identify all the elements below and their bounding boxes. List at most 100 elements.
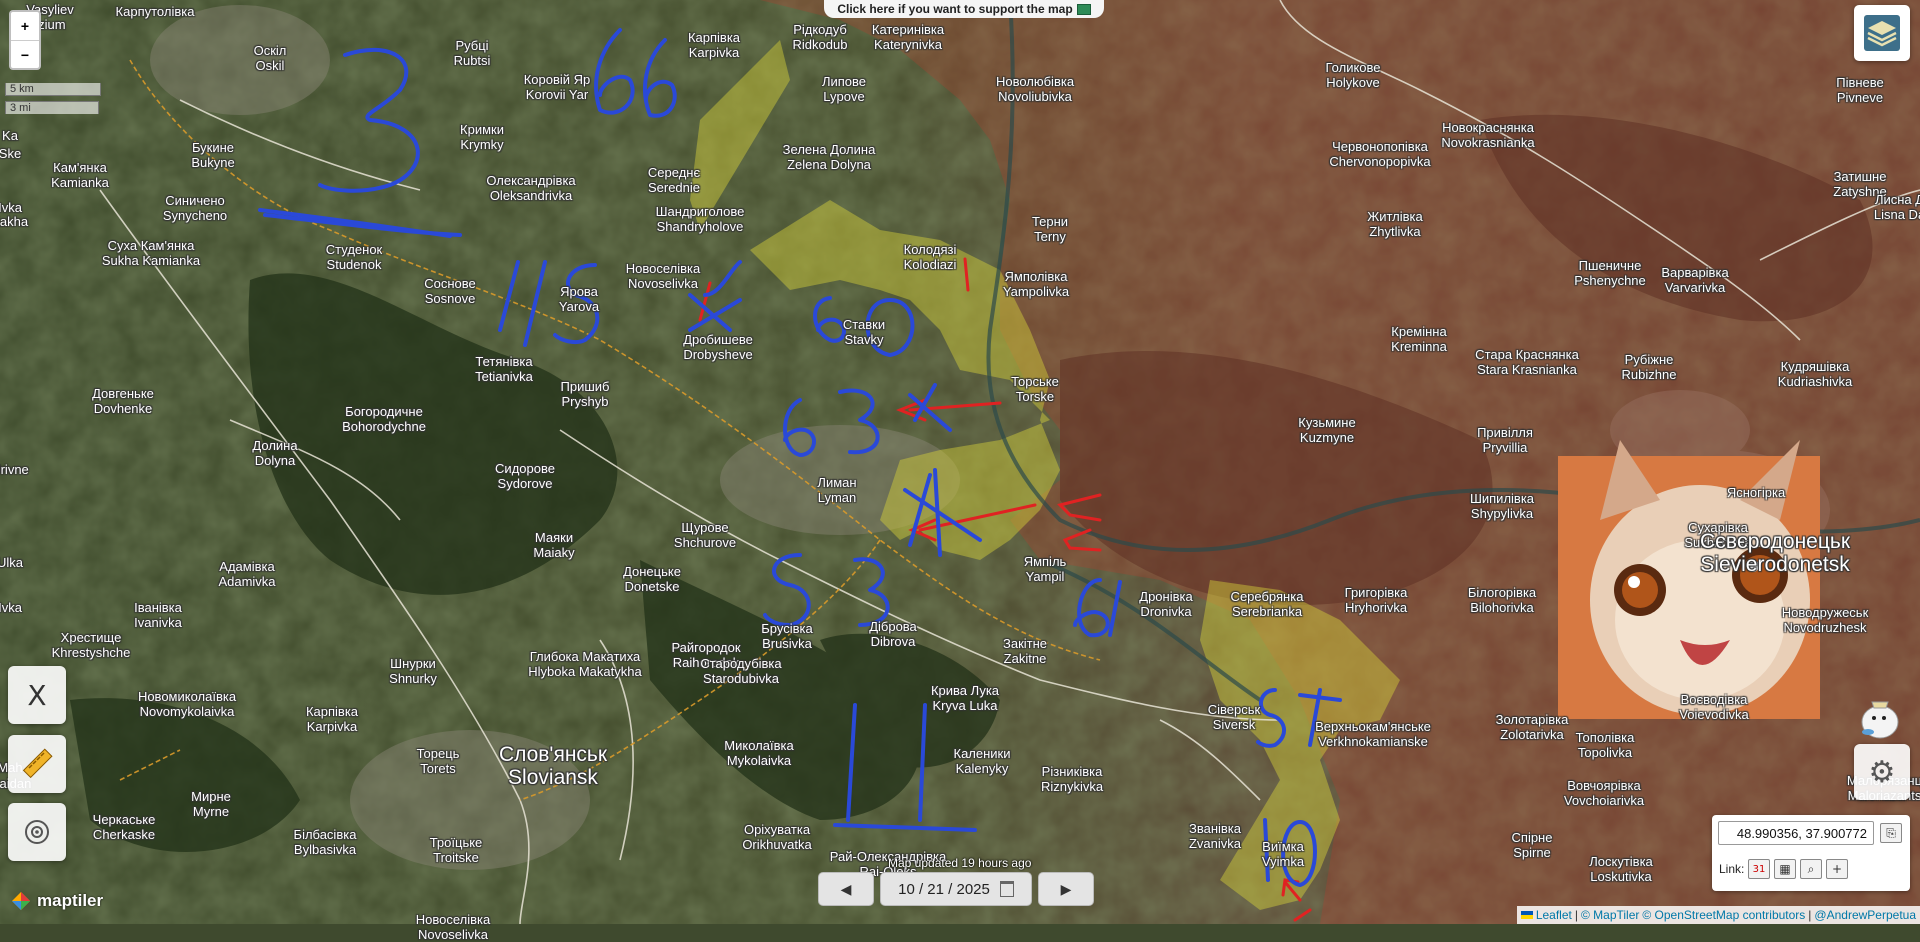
place-name-uk: Григорівка (1344, 585, 1408, 600)
place-label: Щурове Shchurove (674, 520, 736, 550)
place-name-uk: Ямпіль (1023, 554, 1067, 569)
place-label: Тополівка Topolivka (1576, 730, 1635, 760)
place-label: Пришиб Pryshyb (561, 379, 610, 409)
place-label: Рубіжне Rubizhne (1622, 352, 1677, 382)
triangle-left-icon: ◀ (840, 880, 852, 897)
crosshair-icon[interactable]: + (1826, 859, 1848, 879)
place-name-en: Novoliubivka (998, 89, 1072, 104)
place-name-uk: Глибока Макатиха (529, 649, 641, 664)
place-label: Шандриголове Shandryholove (656, 204, 745, 234)
place-name-uk: Затишне (1833, 169, 1887, 184)
calendar-link-icon[interactable]: 31 (1748, 859, 1770, 879)
support-banner[interactable]: Click here if you want to support the ma… (824, 0, 1104, 18)
maptiler-link[interactable]: © MapTiler (1581, 908, 1639, 922)
ukraine-flag-icon (1520, 911, 1533, 919)
place-label: Рубці Rubtsi (454, 38, 491, 68)
author-link[interactable]: @AndrewPerpetua (1814, 908, 1916, 922)
place-name-en: Sukha Kamianka (101, 253, 201, 268)
place-name-en: Novomykolaivka (139, 704, 235, 719)
place-name-uk: Студенок (325, 242, 383, 257)
leaflet-link[interactable]: Leaflet (1536, 908, 1572, 922)
place-name-uk: Оскіл (253, 43, 287, 58)
place-name-en: Shypylivka (1470, 506, 1534, 521)
place-label: Донецьке Donetske (623, 564, 681, 594)
copy-clipboard-icon[interactable]: ⎘ (1880, 823, 1902, 843)
x-button[interactable]: X (8, 666, 66, 724)
place-name-en: Kryva Luka (932, 698, 998, 713)
calendar-icon[interactable] (999, 881, 1014, 897)
place-name-uk: Спірне (1511, 830, 1553, 845)
place-name-uk: Ярова (560, 284, 598, 299)
place-label: Кремінна Kreminna (1391, 324, 1447, 354)
ruler-icon (22, 748, 53, 779)
place-label: Вовчоярівка Vovchoiarivka (1564, 778, 1644, 808)
place-label: Кримки Krymky (460, 122, 504, 152)
place-name-uk: Різниківка (1041, 764, 1103, 779)
place-name-en: Hlyboka Makatykha (528, 664, 642, 679)
place-name-uk: Серебрянка (1230, 589, 1304, 604)
place-name-uk: Троїцьке (429, 835, 483, 850)
triangle-right-icon: ▶ (1060, 880, 1072, 897)
place-name-en: Terny (1034, 229, 1066, 244)
support-text[interactable]: Click here if you want to support the ma… (837, 2, 1072, 16)
place-label: Шипилівка Shypylivka (1470, 491, 1534, 521)
place-label: Синичено Synycheno (163, 193, 227, 223)
place-name-en: Starodubivka (703, 671, 779, 686)
place-label: Лоскутівка Loskutivka (1589, 854, 1653, 884)
place-label: Соснове Sosnove (424, 276, 476, 306)
locate-button[interactable] (8, 803, 66, 861)
place-name-uk: Тетянівка (475, 354, 533, 369)
city-label: Сєвєродонецьк Sievierodonetsk (1700, 530, 1850, 576)
banknote-icon (1076, 3, 1091, 15)
date-input[interactable]: 10 / 21 / 2025 (880, 872, 1032, 906)
place-name-uk: Дронівка (1139, 589, 1193, 604)
place-name-en: Dronivka (1140, 604, 1192, 619)
place-label: Черкаське Cherkaske (93, 812, 156, 842)
world-map-icon[interactable]: ▦ (1774, 859, 1796, 879)
zoom-in-button[interactable]: + (11, 12, 39, 41)
next-date-button[interactable]: ▶ (1038, 872, 1094, 906)
place-name-en: Kalenyky (955, 761, 1009, 776)
place-label: Півневе Pivneve (1836, 75, 1884, 105)
place-name-uk: Кудряшівка (1780, 359, 1850, 374)
place-label: Ямполівка Yampolivka (1003, 269, 1069, 299)
place-name-uk: Мирне (191, 789, 231, 804)
place-name-en: Yarova (558, 299, 600, 314)
place-name-en: Dibrova (870, 634, 916, 649)
place-label: Коровій Яр Korovii Yar (524, 72, 591, 102)
map-updated-text: Map updated 19 hours ago (888, 856, 1032, 870)
place-label: Ясногірка (1727, 485, 1785, 500)
place-label: Дронівка Dronivka (1139, 589, 1192, 619)
settings-button[interactable]: ⚙ (1854, 744, 1910, 800)
place-label: Олександрівка Oleksandrivka (486, 173, 575, 203)
place-label: Катеринівка Katerynivka (872, 22, 944, 52)
place-label: Хрестище Khrestyshche (52, 630, 131, 660)
place-name-uk: Новоселівка (415, 912, 491, 927)
place-name-en: Shandryholove (656, 219, 744, 234)
place-name-uk: Карпівка (687, 30, 741, 45)
place-label: Голикове Holykove (1325, 60, 1380, 90)
place-name-uk: Тополівка (1575, 730, 1635, 745)
place-name-uk: Маяки (534, 530, 574, 545)
bot-avatar[interactable] (1854, 692, 1902, 740)
place-name-uk: Коровій Яр (523, 72, 591, 87)
place-name-en: Oskil (255, 58, 285, 73)
osm-link[interactable]: © OpenStreetMap contributors (1642, 908, 1805, 922)
place-name-uk: Каленики (953, 746, 1011, 761)
x-label: X (27, 678, 47, 712)
place-label: Долина Dolyna (252, 438, 297, 468)
place-label: Новокраснянка Novokrasnianka (1441, 120, 1534, 150)
place-label: Новолюбівка Novoliubivka (996, 74, 1074, 104)
ruler-button[interactable] (8, 735, 66, 793)
coordinate-input[interactable]: 48.990356, 37.900772 (1718, 821, 1874, 845)
place-label: Кузьмине Kuzmyne (1298, 415, 1355, 445)
place-label: Сидорове Sydorove (495, 461, 555, 491)
place-label: Суха Кам'янка Sukha Kamianka (102, 238, 200, 268)
place-name-uk: Званівка (1188, 821, 1242, 836)
prev-date-button[interactable]: ◀ (818, 872, 874, 906)
layers-button[interactable] (1854, 5, 1910, 61)
place-name-en: Lisna Dacha (1873, 207, 1920, 222)
place-name-uk: Кремінна (1391, 324, 1447, 339)
magnifier-icon[interactable]: ⌕ (1800, 859, 1822, 879)
zoom-out-button[interactable]: − (11, 41, 39, 69)
